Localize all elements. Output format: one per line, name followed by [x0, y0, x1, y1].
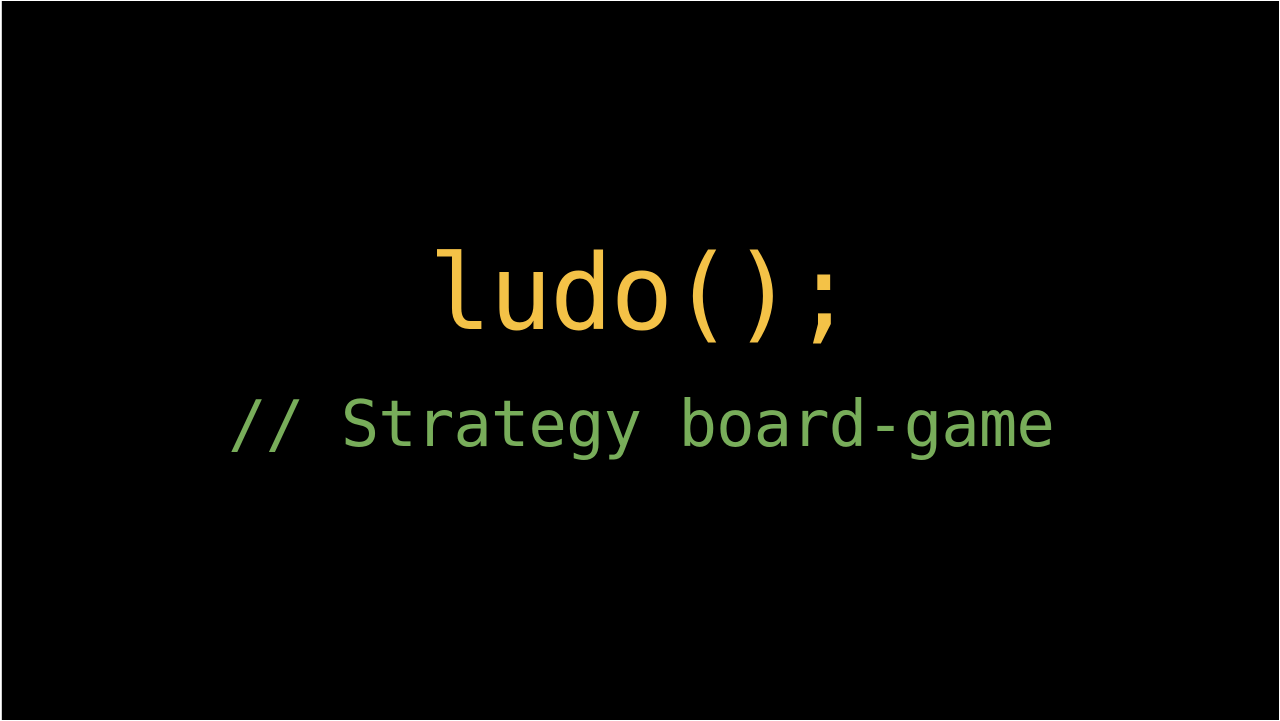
slide-subtitle: // Strategy board-game [228, 388, 1055, 462]
slide-title: ludo(); [428, 232, 855, 354]
slide: ludo(); // Strategy board-game [1, 1, 1279, 720]
